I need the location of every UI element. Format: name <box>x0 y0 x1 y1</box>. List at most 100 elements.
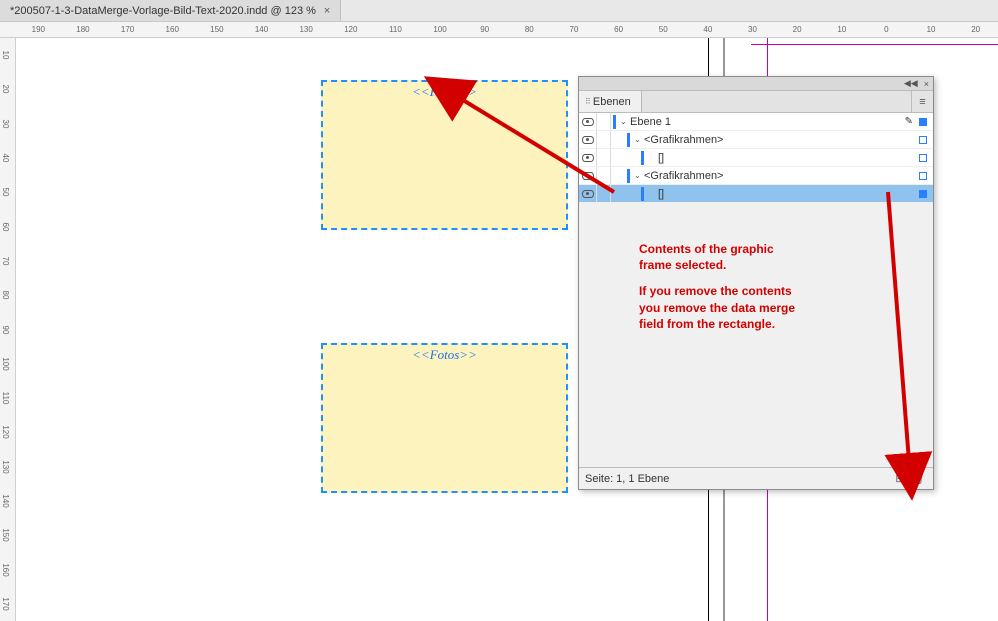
ruler-tick: 40 <box>1 154 10 163</box>
ruler-tick: 100 <box>1 357 10 370</box>
ruler-tick: 150 <box>1 529 10 542</box>
layer-color-chip <box>613 115 616 129</box>
ruler-tick: 0 <box>884 25 888 34</box>
ruler-tick: 30 <box>748 25 757 34</box>
panel-body: Contents of the graphic frame selected. … <box>579 203 933 467</box>
visibility-toggle[interactable] <box>579 167 597 184</box>
disclosure-icon[interactable]: ⌄ <box>634 171 642 180</box>
lock-toggle[interactable] <box>597 185 611 202</box>
layer-label: <Grafikrahmen> <box>644 170 919 182</box>
panel-menu-button[interactable]: ≡ <box>911 91 933 112</box>
status-text: Seite: 1, 1 Ebene <box>585 473 669 485</box>
layers-panel[interactable]: ◀◀ × ⠿ Ebenen ≡ ⌄Ebene 1✎⌄<Grafikrahmen>… <box>578 76 934 490</box>
lock-toggle[interactable] <box>597 167 611 184</box>
visibility-toggle[interactable] <box>579 131 597 148</box>
ruler-tick: 20 <box>971 25 980 34</box>
graphic-frame[interactable]: <<Fotos>> <box>321 343 568 493</box>
visibility-toggle[interactable] <box>579 149 597 166</box>
lock-toggle[interactable] <box>597 131 611 148</box>
ruler-tick: 130 <box>1 460 10 473</box>
ruler-tick: 130 <box>299 25 312 34</box>
layer-row[interactable]: ⌄<Grafikrahmen> <box>579 131 933 149</box>
ruler-tick: 110 <box>389 25 402 34</box>
layer-label: [] <box>658 152 919 164</box>
menu-icon: ≡ <box>919 96 925 108</box>
selection-square[interactable] <box>919 154 927 162</box>
ruler-tick: 20 <box>1 85 10 94</box>
selection-square[interactable] <box>919 136 927 144</box>
ruler-tick: 50 <box>1 188 10 197</box>
layer-row[interactable]: [] <box>579 185 933 203</box>
panel-titlebar[interactable]: ◀◀ × <box>579 77 933 91</box>
collapse-icon[interactable]: ◀◀ <box>904 78 918 89</box>
ruler-tick: 120 <box>344 25 357 34</box>
ruler-tick: 110 <box>1 392 10 405</box>
pen-icon: ✎ <box>905 116 913 127</box>
visibility-toggle[interactable] <box>579 185 597 202</box>
ruler-tick: 140 <box>255 25 268 34</box>
ruler-tick: 20 <box>793 25 802 34</box>
graphic-frame[interactable]: <<Fotos>> <box>321 80 568 230</box>
visibility-toggle[interactable] <box>579 113 597 130</box>
tab-ebenen[interactable]: ⠿ Ebenen <box>579 91 642 112</box>
ruler-tick: 10 <box>927 25 936 34</box>
ruler-tick: 70 <box>570 25 579 34</box>
selection-square[interactable] <box>919 118 927 126</box>
panel-tabs: ⠿ Ebenen ≡ <box>579 91 933 113</box>
ruler-vertical[interactable]: 1020304050607080901001101201301401501601… <box>0 38 16 621</box>
layer-color-chip <box>627 169 630 183</box>
ruler-tick: 60 <box>614 25 623 34</box>
layer-color-chip <box>627 133 630 147</box>
new-layer-button[interactable]: ⊞ <box>891 472 909 485</box>
document-tab-bar: *200507-1-3-DataMerge-Vorlage-Bild-Text-… <box>0 0 998 22</box>
data-merge-field-label: <<Fotos>> <box>412 84 477 100</box>
ruler-tick: 150 <box>210 25 223 34</box>
ruler-tick: 30 <box>1 119 10 128</box>
margin-guide-horizontal <box>751 44 998 45</box>
layer-list: ⌄Ebene 1✎⌄<Grafikrahmen>[]⌄<Grafikrahmen… <box>579 113 933 203</box>
ruler-tick: 10 <box>837 25 846 34</box>
ruler-tick: 180 <box>76 25 89 34</box>
layer-label: Ebene 1 <box>630 116 905 128</box>
document-tab[interactable]: *200507-1-3-DataMerge-Vorlage-Bild-Text-… <box>0 0 341 21</box>
eye-icon <box>582 136 594 144</box>
grip-icon: ⠿ <box>585 97 589 106</box>
ruler-tick: 90 <box>480 25 489 34</box>
eye-icon <box>582 118 594 126</box>
eye-icon <box>582 172 594 180</box>
ruler-tick: 90 <box>1 325 10 334</box>
trash-icon[interactable]: 🗑 <box>909 472 927 485</box>
ruler-tick: 80 <box>525 25 534 34</box>
eye-icon <box>582 154 594 162</box>
selection-square[interactable] <box>919 190 927 198</box>
layer-label: [] <box>658 188 919 200</box>
disclosure-icon[interactable]: ⌄ <box>634 135 642 144</box>
selection-square[interactable] <box>919 172 927 180</box>
eye-icon <box>582 190 594 198</box>
ruler-tick: 190 <box>32 25 45 34</box>
panel-status-bar: Seite: 1, 1 Ebene ⊞ 🗑 <box>579 467 933 489</box>
ruler-tick: 140 <box>1 494 10 507</box>
ruler-tick: 160 <box>166 25 179 34</box>
ruler-tick: 100 <box>433 25 446 34</box>
lock-toggle[interactable] <box>597 149 611 166</box>
layer-row[interactable]: ⌄Ebene 1✎ <box>579 113 933 131</box>
ruler-tick: 160 <box>1 563 10 576</box>
ruler-tick: 80 <box>1 291 10 300</box>
ruler-horizontal[interactable]: 1901801701601501401301201101009080706050… <box>0 22 998 38</box>
panel-tab-label: Ebenen <box>593 96 631 108</box>
close-icon[interactable]: × <box>924 79 929 89</box>
lock-toggle[interactable] <box>597 113 611 130</box>
ruler-tick: 10 <box>1 51 10 60</box>
document-tab-title: *200507-1-3-DataMerge-Vorlage-Bild-Text-… <box>10 5 316 17</box>
annotation-text: Contents of the graphic frame selected. … <box>639 241 795 332</box>
layer-color-chip <box>641 187 644 201</box>
layer-row[interactable]: ⌄<Grafikrahmen> <box>579 167 933 185</box>
layer-color-chip <box>641 151 644 165</box>
data-merge-field-label: <<Fotos>> <box>412 347 477 363</box>
ruler-tick: 120 <box>1 426 10 439</box>
close-icon[interactable]: × <box>324 5 330 17</box>
layer-row[interactable]: [] <box>579 149 933 167</box>
disclosure-icon[interactable]: ⌄ <box>620 117 628 126</box>
ruler-tick: 170 <box>1 597 10 610</box>
